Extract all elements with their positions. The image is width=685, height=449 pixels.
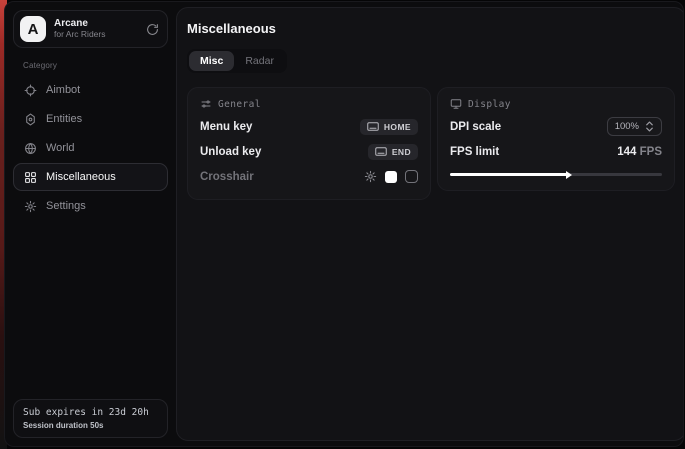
sliders-icon	[200, 98, 212, 110]
sidebar-item-label: Settings	[46, 200, 86, 212]
menu-key-label: Menu key	[200, 121, 252, 133]
app-name: Arcane	[54, 18, 138, 30]
tab-radar[interactable]: Radar	[234, 51, 285, 71]
main-area: Miscellaneous Misc Radar General	[176, 2, 684, 446]
sidebar-item-world[interactable]: World	[13, 134, 168, 162]
subscription-card: Sub expires in 23d 20h Session duration …	[13, 399, 168, 438]
crosshair-color-swatch[interactable]	[385, 171, 397, 183]
crosshair-label: Crosshair	[200, 171, 254, 183]
dpi-scale-label: DPI scale	[450, 121, 501, 133]
fps-limit-label: FPS limit	[450, 146, 499, 158]
brand-card: A Arcane for Arc Riders	[13, 10, 168, 48]
general-card: General Menu key HOME	[187, 87, 431, 200]
sidebar-item-miscellaneous[interactable]: Miscellaneous	[13, 163, 168, 191]
tab-misc[interactable]: Misc	[189, 51, 234, 71]
fps-limit-slider-fill[interactable]	[450, 173, 567, 176]
sidebar-item-aimbot[interactable]: Aimbot	[13, 76, 168, 104]
scan-icon	[24, 113, 37, 126]
fps-limit-row: FPS limit 144 FPS	[450, 139, 662, 164]
crosshair-icon	[24, 84, 37, 97]
grid-icon	[24, 171, 37, 184]
unload-key-label: Unload key	[200, 146, 261, 158]
general-card-title: General	[218, 99, 261, 110]
unload-key-bind[interactable]: END	[368, 144, 418, 160]
sub-expiry-text: Sub expires in 23d 20h	[23, 407, 158, 418]
category-label: Category	[23, 61, 168, 70]
app-subtitle: for Arc Riders	[54, 30, 138, 40]
refresh-icon[interactable]	[146, 23, 159, 36]
fps-limit-slider[interactable]	[450, 173, 662, 176]
sidebar: A Arcane for Arc Riders Category Aimbot	[5, 2, 176, 446]
crosshair-checkbox[interactable]	[405, 170, 418, 183]
page-title: Miscellaneous	[187, 21, 675, 36]
keyboard-icon	[375, 147, 387, 156]
sidebar-item-entities[interactable]: Entities	[13, 105, 168, 133]
menu-key-bind[interactable]: HOME	[360, 119, 418, 135]
crosshair-settings-gear-icon[interactable]	[364, 170, 377, 183]
app-window: A Arcane for Arc Riders Category Aimbot	[4, 1, 684, 447]
fps-limit-value: 144 FPS	[617, 146, 662, 158]
unload-key-row: Unload key END	[200, 139, 418, 164]
sidebar-item-label: Entities	[46, 113, 82, 125]
dpi-scale-select[interactable]: 100%	[607, 117, 662, 136]
sidebar-item-label: Miscellaneous	[46, 171, 116, 183]
globe-icon	[24, 142, 37, 155]
settings-panels: General Menu key HOME	[187, 87, 675, 200]
category-nav: Aimbot Entities World	[13, 76, 168, 220]
crosshair-row: Crosshair	[200, 164, 418, 189]
session-duration-text: Session duration 50s	[23, 421, 158, 430]
chevrons-up-down-icon	[645, 121, 654, 132]
keyboard-icon	[367, 122, 379, 131]
sidebar-item-settings[interactable]: Settings	[13, 192, 168, 220]
display-card-title: Display	[468, 99, 511, 110]
menu-key-row: Menu key HOME	[200, 114, 418, 139]
gear-icon	[24, 200, 37, 213]
display-card: Display DPI scale 100%	[437, 87, 675, 191]
app-logo: A	[20, 16, 46, 42]
dpi-scale-row: DPI scale 100%	[450, 114, 662, 139]
main-panel: Miscellaneous Misc Radar General	[176, 7, 684, 441]
monitor-icon	[450, 98, 462, 110]
tab-bar: Misc Radar	[187, 49, 287, 73]
sidebar-item-label: Aimbot	[46, 84, 80, 96]
sidebar-item-label: World	[46, 142, 75, 154]
